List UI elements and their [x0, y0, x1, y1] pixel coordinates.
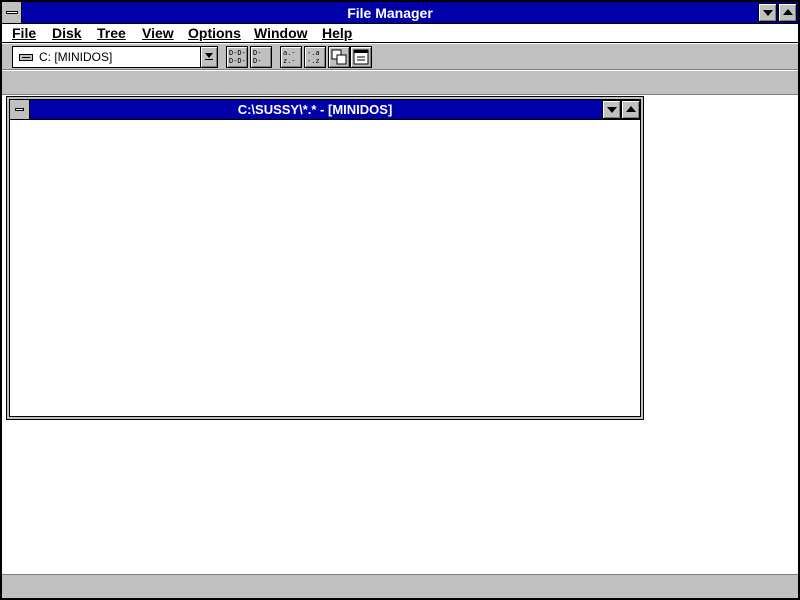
sort-by-type-button[interactable]: -.a -.z — [304, 46, 326, 68]
file-list-pane[interactable] — [10, 121, 640, 416]
drive-dropdown-button[interactable] — [200, 47, 217, 67]
minimize-icon — [607, 107, 617, 113]
child-system-menu-icon — [15, 108, 24, 111]
menu-view[interactable]: View — [142, 25, 174, 42]
file-details-icon — [353, 49, 369, 65]
status-bar — [2, 574, 798, 598]
dropdown-underline-icon — [205, 59, 213, 60]
hard-drive-icon — [19, 54, 33, 61]
system-menu-icon — [6, 11, 18, 14]
new-window-icon — [331, 49, 347, 65]
drive-select-value: C: [MINIDOS] — [39, 50, 113, 64]
menu-tree[interactable]: Tree — [97, 25, 126, 42]
title-bar[interactable]: File Manager — [2, 2, 798, 24]
menu-options[interactable]: Options — [188, 25, 241, 42]
child-system-menu-button[interactable] — [10, 100, 30, 119]
directory-window-title-bar[interactable]: C:\SUSSY\*.* - [MINIDOS] — [10, 100, 640, 120]
maximize-button[interactable] — [778, 3, 797, 22]
directory-only-button[interactable]: D- D- — [250, 46, 272, 68]
minimize-button[interactable] — [758, 3, 777, 22]
file-details-button[interactable] — [350, 46, 372, 68]
drive-bar — [2, 71, 798, 95]
menu-disk-label: Disk — [52, 25, 82, 41]
directory-only-icon: D- D- — [253, 49, 262, 65]
tree-and-directory-icon: D-D- D-D- — [229, 49, 245, 65]
sort-by-name-icon: a.- z.- — [283, 49, 296, 65]
menu-options-label: Options — [188, 25, 241, 41]
minimize-icon — [763, 10, 773, 16]
menu-tree-label: Tree — [97, 25, 126, 41]
tree-and-directory-button[interactable]: D-D- D-D- — [226, 46, 248, 68]
toolbar: C: [MINIDOS] D-D- D-D- D- D- a.- z.- -.a… — [2, 44, 798, 70]
system-menu-button[interactable] — [2, 2, 22, 23]
menu-window-label: Window — [254, 25, 308, 41]
window-title: File Manager — [347, 5, 433, 21]
new-window-button[interactable] — [328, 46, 350, 68]
file-manager-window: File Manager File Disk Tree View Options… — [0, 0, 800, 600]
directory-window[interactable]: C:\SUSSY\*.* - [MINIDOS] — [6, 96, 644, 420]
menu-view-label: View — [142, 25, 174, 41]
menu-help[interactable]: Help — [322, 25, 352, 42]
directory-window-frame: C:\SUSSY\*.* - [MINIDOS] — [9, 99, 641, 417]
menu-file[interactable]: File — [12, 25, 36, 42]
menu-disk[interactable]: Disk — [52, 25, 82, 42]
menu-window[interactable]: Window — [254, 25, 308, 42]
sort-by-name-button[interactable]: a.- z.- — [280, 46, 302, 68]
menu-help-label: Help — [322, 25, 353, 41]
drive-select[interactable]: C: [MINIDOS] — [12, 46, 218, 68]
maximize-icon — [626, 106, 636, 112]
menu-bar: File Disk Tree View Options Window Help — [2, 24, 798, 43]
menu-file-label: File — [12, 25, 37, 41]
directory-window-title: C:\SUSSY\*.* - [MINIDOS] — [237, 102, 393, 117]
child-minimize-button[interactable] — [602, 100, 621, 119]
chevron-down-icon — [205, 53, 213, 58]
sort-by-type-icon: -.a -.z — [307, 49, 320, 65]
maximize-icon — [783, 9, 793, 15]
child-maximize-button[interactable] — [621, 100, 640, 119]
